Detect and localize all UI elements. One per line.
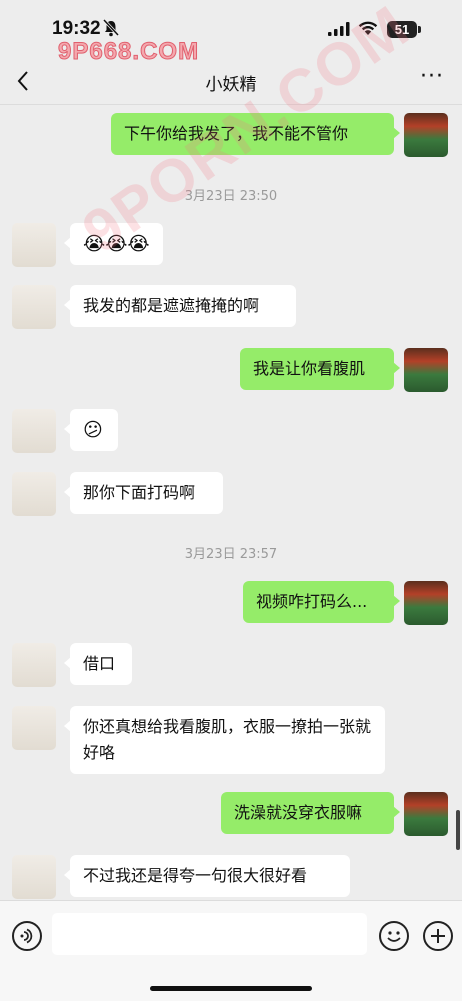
plus-icon[interactable] [423,921,453,951]
battery-tip [418,26,421,33]
message-bubble-them[interactable]: 不过我还是得夸一句很大很好看 [64,855,350,897]
contact-avatar[interactable] [12,855,56,899]
timestamp: 3月23日 23:50 [184,189,278,204]
message-bubble-me[interactable]: 视频咋打码么... [243,581,400,623]
contact-avatar[interactable] [12,706,56,750]
voice-icon[interactable] [12,921,42,951]
message-bubble-me[interactable]: 我是让你看腹肌 [240,348,400,390]
my-avatar[interactable] [404,792,448,836]
home-indicator[interactable] [150,986,312,991]
contact-avatar[interactable] [12,643,56,687]
scrollbar[interactable] [456,810,460,850]
contact-avatar[interactable] [12,223,56,267]
message-bubble-them[interactable]: 那你下面打码啊 [64,472,223,514]
more-icon[interactable]: ··· [420,64,444,89]
my-avatar[interactable] [404,581,448,625]
my-avatar[interactable] [404,348,448,392]
message-bubble-them[interactable]: 你还真想给我看腹肌，衣服一撩拍一张就好咯 [64,706,385,774]
status-time: 19:32 [52,18,101,39]
message-bubble-me[interactable]: 洗澡就没穿衣服嘛 [221,792,400,834]
my-avatar[interactable] [404,113,448,157]
timestamp: 3月23日 23:57 [184,547,278,562]
mute-bell-icon [103,19,119,37]
emoji-icon[interactable] [379,921,409,951]
message-bubble-them[interactable]: 😕 [64,409,118,451]
contact-avatar[interactable] [12,285,56,329]
message-input[interactable] [52,913,367,955]
contact-avatar[interactable] [12,472,56,516]
chat-title: 小妖精 [205,75,257,95]
contact-avatar[interactable] [12,409,56,453]
message-bubble-them[interactable]: 借口 [64,643,132,685]
message-bubble-them[interactable]: 我发的都是遮遮掩掩的啊 [64,285,296,327]
